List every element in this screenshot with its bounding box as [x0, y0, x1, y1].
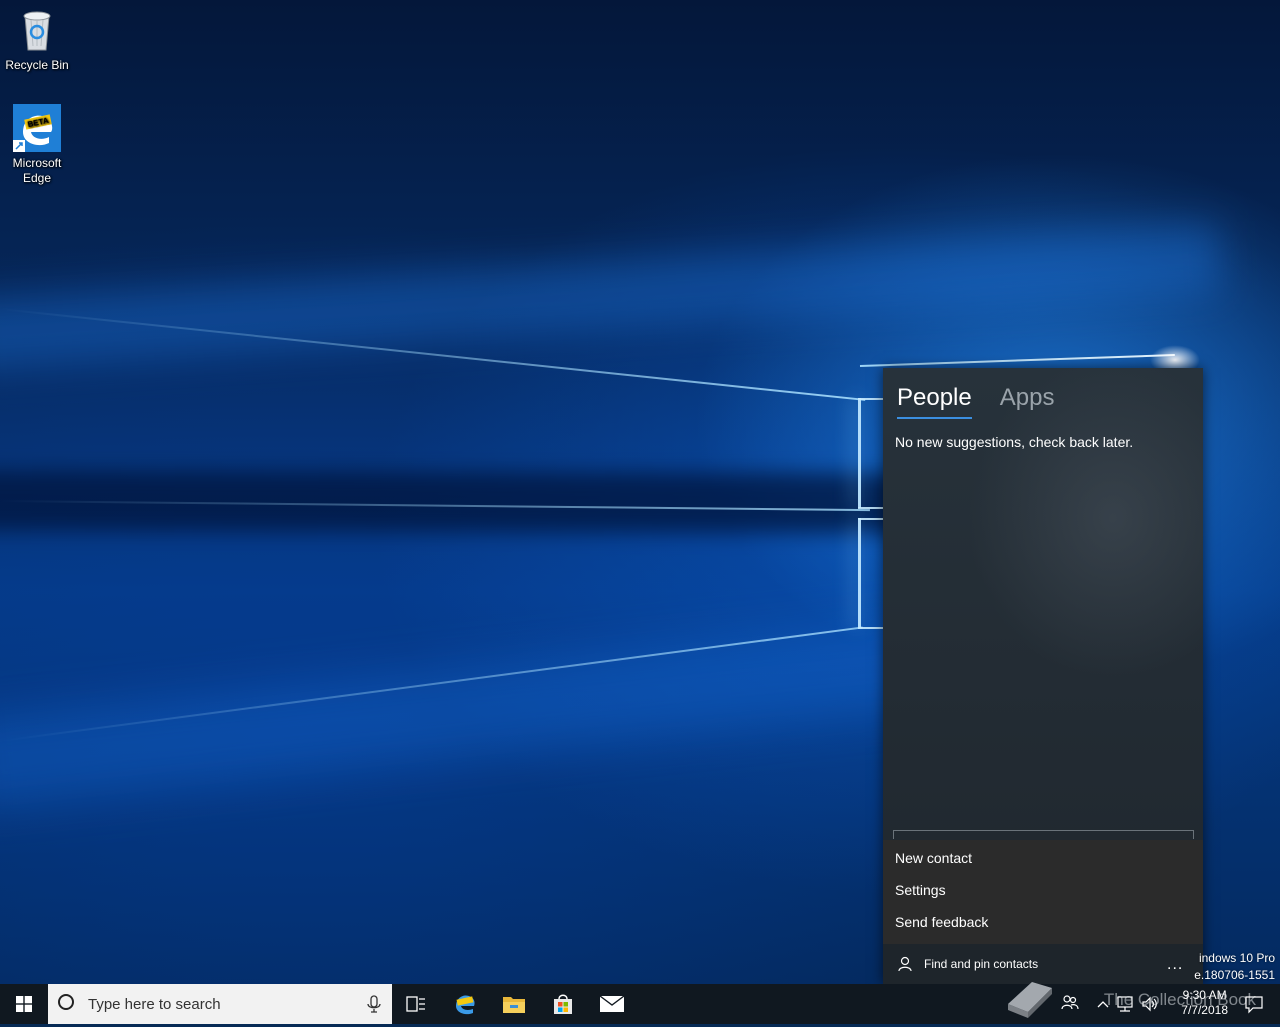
task-view-icon: [406, 996, 425, 1012]
flyout-tabs: People Apps: [897, 382, 1054, 419]
desktop-icon-recycle-bin[interactable]: Recycle Bin: [0, 6, 74, 73]
system-tray: The Collection Book 9:30 AM 7/7/2018: [990, 982, 1280, 1024]
taskbar: Type here to search The Collection Book …: [0, 982, 1280, 1024]
watermark-build: e.180706-1551: [1194, 968, 1275, 982]
menu-item-settings[interactable]: Settings: [895, 882, 946, 898]
person-icon: [897, 956, 913, 972]
more-options-icon[interactable]: ...: [1167, 956, 1183, 974]
edge-beta-icon: [456, 995, 475, 1015]
build-watermark: indows 10 Pro e.180706-1551: [1194, 950, 1275, 984]
tab-apps[interactable]: Apps: [1000, 382, 1055, 419]
action-center-icon[interactable]: [1244, 994, 1264, 1019]
collection-book-overlay: The Collection Book: [1103, 990, 1256, 1009]
desktop-icon-label: Recycle Bin: [5, 58, 69, 72]
edge-beta-icon: BETA: [13, 104, 61, 152]
windows-logo-icon: [16, 996, 32, 1012]
taskbar-store-button[interactable]: [539, 984, 587, 1024]
no-suggestions-message: No new suggestions, check back later.: [895, 434, 1134, 450]
desktop-icon-microsoft-edge[interactable]: BETA Microsoft Edge: [0, 104, 74, 186]
taskbar-clock[interactable]: 9:30 AM 7/7/2018: [1181, 988, 1228, 1018]
watermark-edition: indows 10 Pro: [1198, 951, 1275, 965]
menu-item-send-feedback[interactable]: Send feedback: [895, 914, 988, 930]
menu-item-new-contact[interactable]: New contact: [895, 850, 972, 866]
store-icon: [554, 994, 572, 1014]
search-placeholder: Type here to search: [88, 996, 221, 1013]
find-and-pin-contacts-button[interactable]: Find and pin contacts: [924, 957, 1038, 971]
taskbar-mail-button[interactable]: [588, 984, 636, 1024]
taskbar-search-box[interactable]: Type here to search: [48, 984, 392, 1024]
people-flyout: People Apps No new suggestions, check ba…: [883, 368, 1203, 984]
flyout-context-menu: New contact Settings Send feedback: [883, 840, 1203, 944]
file-explorer-icon: [503, 997, 525, 1013]
start-button[interactable]: [0, 984, 48, 1024]
tab-people[interactable]: People: [897, 382, 972, 419]
recycle-bin-icon: [13, 6, 61, 54]
mail-icon: [599, 995, 625, 1012]
desktop-icon-label: Microsoft Edge: [12, 156, 62, 185]
book-logo-icon: [1002, 974, 1058, 1027]
taskbar-edge-button[interactable]: [441, 984, 489, 1024]
clock-time: 9:30 AM: [1182, 988, 1227, 1002]
microphone-icon[interactable]: [364, 994, 384, 1014]
clock-date: 7/7/2018: [1181, 1003, 1228, 1017]
task-view-button[interactable]: [392, 984, 440, 1024]
people-tray-icon[interactable]: [1060, 992, 1080, 1017]
flyout-divider: [893, 830, 1194, 839]
taskbar-file-explorer-button[interactable]: [490, 984, 538, 1024]
cortana-icon: [58, 994, 74, 1010]
